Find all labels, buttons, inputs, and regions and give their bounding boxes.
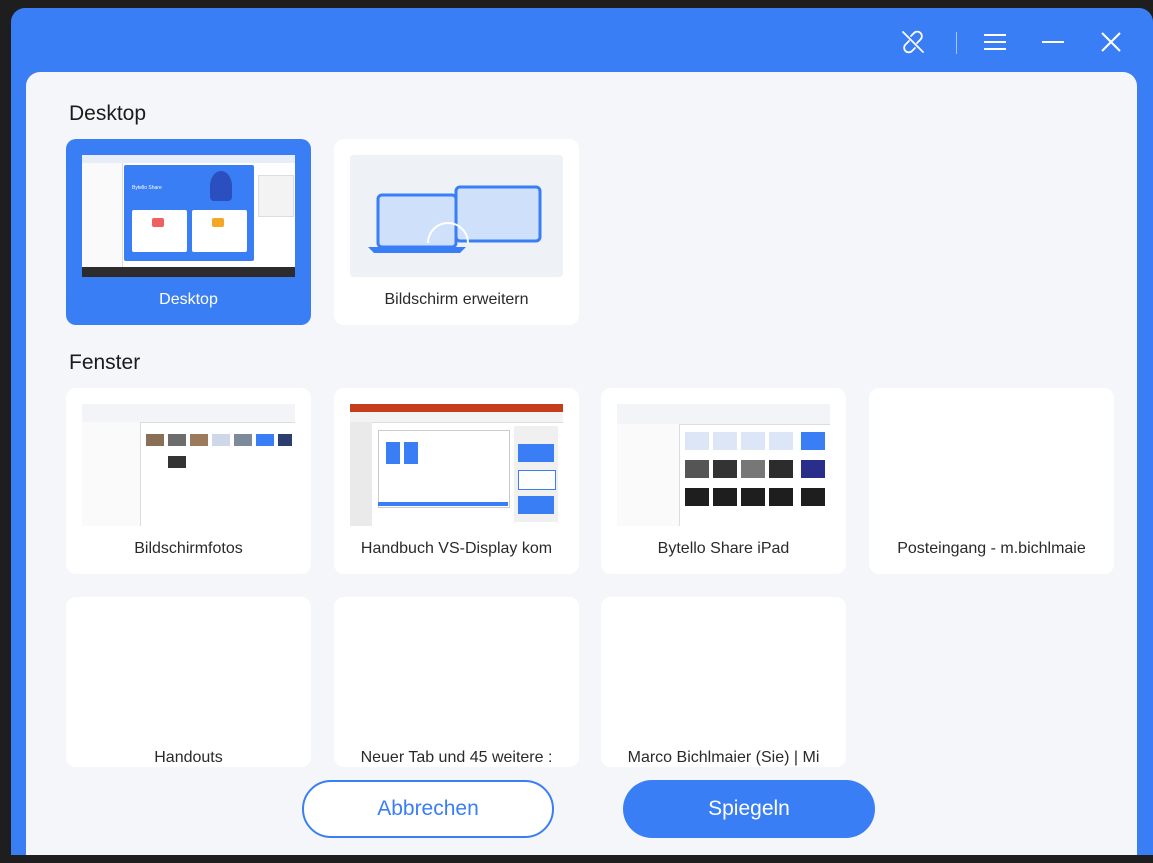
card-label: Bildschirmfotos xyxy=(134,540,243,557)
card-window-handouts[interactable]: Handouts xyxy=(66,597,311,767)
card-desktop[interactable]: Bytello Share Desktop xyxy=(66,139,311,325)
unlink-icon[interactable] xyxy=(899,28,927,56)
card-label: Posteingang - m.bichlmaie xyxy=(897,540,1086,557)
close-icon[interactable] xyxy=(1097,28,1125,56)
window-thumbnail xyxy=(617,404,830,526)
card-label: Marco Bichlmaier (Sie) | Mi xyxy=(627,749,820,766)
card-window-handbook[interactable]: Handbuch VS-Display kom xyxy=(334,388,579,574)
window-bottom-edge xyxy=(0,855,1153,863)
mirror-button[interactable]: Spiegeln xyxy=(623,780,875,838)
card-window-screenshots[interactable]: Bildschirmfotos xyxy=(66,388,311,574)
card-window-bytello[interactable]: Bytello Share iPad xyxy=(601,388,846,574)
window-thumbnail xyxy=(82,404,295,526)
footer-area xyxy=(26,767,1137,863)
cancel-button[interactable]: Abbrechen xyxy=(302,780,554,838)
card-window-teams[interactable]: Marco Bichlmaier (Sie) | Mi xyxy=(601,597,846,767)
section-title-desktop: Desktop xyxy=(69,102,147,125)
minimize-icon[interactable] xyxy=(1039,28,1067,56)
card-window-browser-tabs[interactable]: Neuer Tab und 45 weitere : xyxy=(334,597,579,767)
extend-screen-illustration xyxy=(350,155,563,277)
title-bar[interactable] xyxy=(11,8,1153,76)
menu-icon[interactable] xyxy=(981,28,1009,56)
card-extend-screen[interactable]: Bildschirm erweitern xyxy=(334,139,579,325)
card-label: Handbuch VS-Display kom xyxy=(360,540,553,557)
card-label: Neuer Tab und 45 weitere : xyxy=(360,749,553,766)
titlebar-divider xyxy=(956,32,957,54)
card-label: Handouts xyxy=(154,749,223,766)
window-thumbnail xyxy=(350,404,563,526)
card-label: Desktop xyxy=(159,291,218,308)
desktop-thumbnail: Bytello Share xyxy=(82,155,295,277)
thumbnail-app-name: Bytello Share xyxy=(132,185,162,191)
section-title-windows: Fenster xyxy=(69,351,141,374)
card-label: Bildschirm erweitern xyxy=(384,291,529,308)
card-window-inbox[interactable]: Posteingang - m.bichlmaie xyxy=(869,388,1114,574)
card-label: Bytello Share iPad xyxy=(657,540,790,557)
share-selection-panel: Desktop Bytello Share Desktop Bildschirm… xyxy=(26,72,1137,863)
